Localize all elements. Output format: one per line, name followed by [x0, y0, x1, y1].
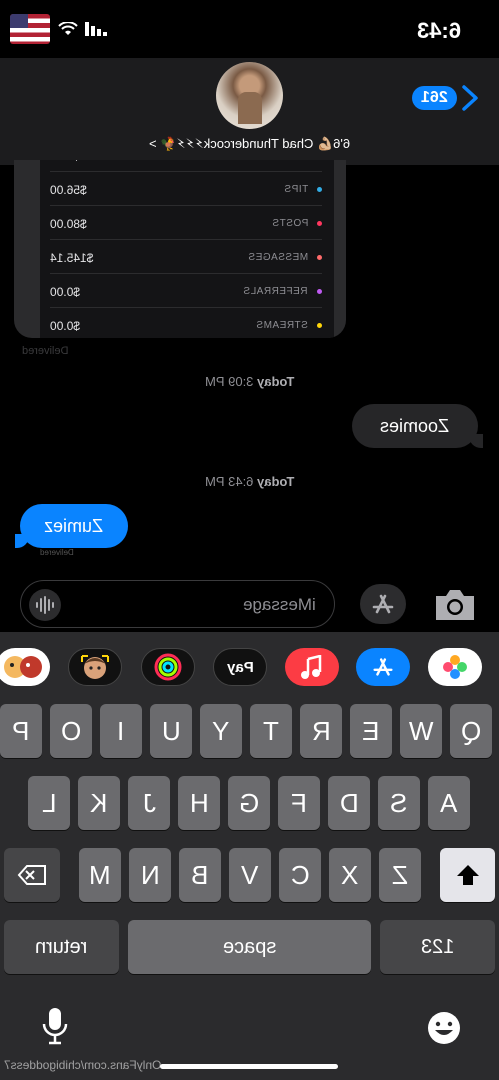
key-m[interactable]: M	[79, 848, 121, 902]
key-c[interactable]: C	[279, 848, 321, 902]
messages-dot	[317, 255, 322, 260]
wifi-icon	[58, 22, 78, 35]
input-placeholder: iMessage	[243, 595, 316, 614]
posts-dot	[317, 221, 322, 226]
chevron-right-icon	[462, 85, 478, 111]
microphone-icon[interactable]	[40, 1006, 70, 1046]
received-image[interactable]: $0.00 $56.00 TIPS $80.00 POSTS $145.14 M…	[14, 160, 346, 338]
activity-icon[interactable]	[141, 648, 195, 686]
key-y[interactable]: Y	[200, 704, 242, 758]
return-key[interactable]: return	[4, 920, 119, 974]
delivery-status: Delivered	[40, 548, 74, 557]
delete-key[interactable]	[4, 848, 60, 902]
audio-message-button[interactable]	[29, 589, 61, 621]
key-w[interactable]: W	[400, 704, 442, 758]
timestamp: Today 3:09 PM	[204, 374, 295, 389]
tips-dot	[317, 187, 322, 192]
table-row: $80.00 POSTS	[50, 206, 322, 240]
key-e[interactable]: E	[350, 704, 392, 758]
key-u[interactable]: U	[150, 704, 192, 758]
space-key[interactable]: space	[128, 920, 371, 974]
key-p[interactable]: P	[0, 704, 42, 758]
appstore-icon	[372, 594, 394, 614]
message-bubble-received[interactable]: Zoomies	[352, 404, 483, 448]
numbers-key[interactable]: 123	[380, 920, 495, 974]
animoji-icon[interactable]	[0, 648, 50, 686]
key-z[interactable]: Z	[379, 848, 421, 902]
cellular-signal-icon	[85, 22, 107, 36]
contact-name[interactable]: 6'6💪🏼 Chad Thundercock⚡⚡⚡🐓 >	[0, 136, 499, 152]
music-icon[interactable]	[285, 648, 339, 686]
status-bar: 6:43	[0, 0, 499, 58]
key-k[interactable]: K	[78, 776, 120, 830]
key-d[interactable]: D	[328, 776, 370, 830]
key-n[interactable]: N	[129, 848, 171, 902]
streams-dot	[317, 323, 322, 328]
key-x[interactable]: X	[329, 848, 371, 902]
key-r[interactable]: R	[300, 704, 342, 758]
contact-avatar[interactable]	[216, 62, 283, 129]
referrals-dot	[317, 289, 322, 294]
key-f[interactable]: F	[278, 776, 320, 830]
waveform-icon	[36, 596, 54, 614]
shift-key[interactable]	[440, 848, 495, 902]
watermark: OnlyFans.com/chibigoddess7	[4, 1058, 162, 1072]
key-i[interactable]: I	[100, 704, 142, 758]
table-row: $0.00 STREAMS	[50, 308, 322, 338]
back-button[interactable]: 261	[412, 84, 479, 112]
app-drawer: Pay	[0, 648, 499, 688]
conversation-header: 261 6'6💪🏼 Chad Thundercock⚡⚡⚡🐓 >	[0, 58, 499, 165]
key-q[interactable]: Q	[450, 704, 492, 758]
key-o[interactable]: O	[50, 704, 92, 758]
memoji-icon[interactable]	[68, 648, 122, 686]
key-l[interactable]: L	[28, 776, 70, 830]
key-g[interactable]: G	[228, 776, 270, 830]
message-bubble-sent[interactable]: Zumiez	[15, 504, 128, 548]
unread-count-badge: 261	[412, 86, 457, 110]
timestamp: Today 6:43 PM	[204, 474, 295, 489]
key-b[interactable]: B	[179, 848, 221, 902]
message-input[interactable]: iMessage	[20, 580, 335, 628]
key-h[interactable]: H	[178, 776, 220, 830]
key-j[interactable]: J	[128, 776, 170, 830]
us-flag-icon	[10, 14, 50, 44]
earnings-table: $0.00 $56.00 TIPS $80.00 POSTS $145.14 M…	[40, 160, 334, 338]
table-row: $56.00 TIPS	[50, 172, 322, 206]
status-time: 6:43	[416, 18, 461, 43]
app-store-button[interactable]	[360, 584, 406, 624]
table-row: $0.00 REFERRALS	[50, 274, 322, 308]
delivery-status: Delivered	[22, 345, 69, 357]
table-row: $0.00	[50, 160, 322, 172]
key-v[interactable]: V	[229, 848, 271, 902]
photos-icon[interactable]	[428, 648, 482, 686]
key-t[interactable]: T	[250, 704, 292, 758]
camera-icon[interactable]	[432, 586, 478, 624]
home-indicator[interactable]	[160, 1064, 338, 1069]
table-row: $145.14 MESSAGES	[50, 240, 322, 274]
applepay-icon[interactable]: Pay	[213, 648, 267, 686]
appstore-app-icon[interactable]	[356, 648, 410, 686]
emoji-icon[interactable]	[426, 1010, 462, 1046]
key-a[interactable]: A	[428, 776, 470, 830]
key-s[interactable]: S	[378, 776, 420, 830]
